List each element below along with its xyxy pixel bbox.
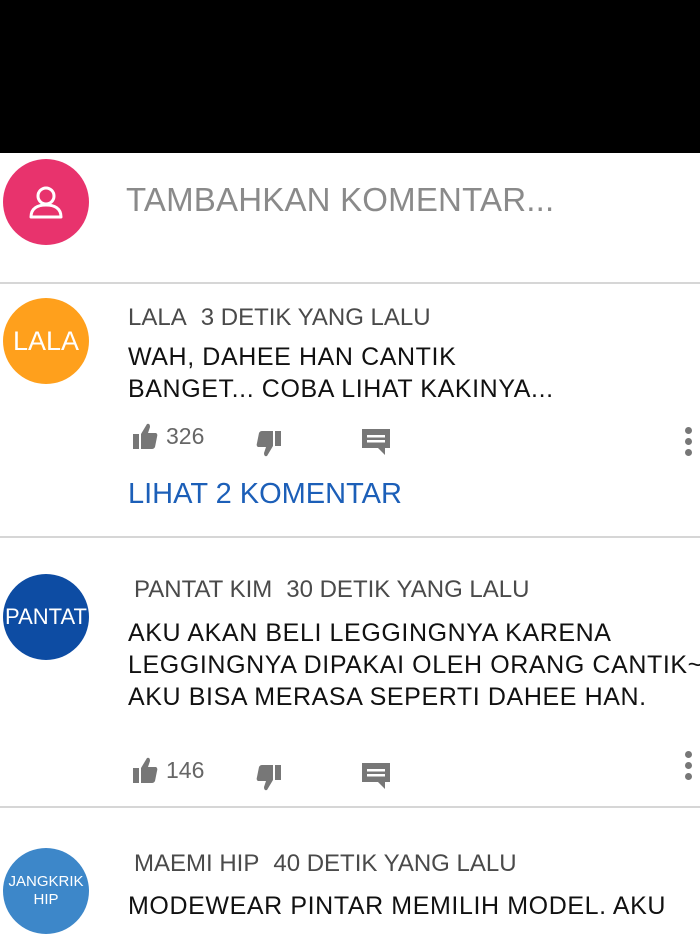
more-options-icon[interactable] xyxy=(685,751,693,784)
avatar-label: PANTAT xyxy=(5,604,87,629)
thumbs-down-icon xyxy=(256,765,281,791)
add-comment-row[interactable]: TAMBAHKAN KOMENTAR... xyxy=(0,153,700,282)
comment-text-line: MODEWEAR PINTAR MEMILIH MODEL. AKU xyxy=(128,892,667,920)
comment-meta: MAEMI HIP 40 DETIK YANG LALU xyxy=(134,850,517,878)
dislike-button[interactable] xyxy=(256,430,282,458)
user-icon xyxy=(29,186,63,219)
comment-author[interactable]: LALA xyxy=(128,304,187,331)
more-options-icon[interactable] xyxy=(685,427,693,460)
comment-meta: PANTAT KIM 30 DETIK YANG LALU xyxy=(134,576,529,604)
thumbs-up-icon xyxy=(133,423,158,449)
comment-text-line: BANGET... COBA LIHAT KAKINYA... xyxy=(128,375,554,403)
comment-author[interactable]: MAEMI HIP xyxy=(134,850,259,877)
avatar-label: JANGKRIK xyxy=(8,873,84,890)
avatar: JANGKRIK HIP xyxy=(3,848,89,934)
dislike-button[interactable] xyxy=(256,764,282,792)
video-player-area[interactable] xyxy=(0,0,700,153)
avatar-label: HIP xyxy=(33,891,59,908)
reply-button[interactable] xyxy=(361,762,391,790)
comment-text: WAH, DAHEE HAN CANTIK BANGET... COBA LIH… xyxy=(128,341,554,405)
reply-button[interactable] xyxy=(361,428,391,456)
avatar: LALA xyxy=(3,298,89,384)
comment-time: 40 DETIK YANG LALU xyxy=(273,850,517,877)
comment-item: JANGKRIK HIP MAEMI HIP 40 DETIK YANG LALU… xyxy=(0,808,700,934)
comment-author[interactable]: PANTAT KIM xyxy=(134,576,272,603)
comment-time: 30 DETIK YANG LALU xyxy=(286,576,530,603)
avatar: PANTAT xyxy=(3,574,89,660)
comment-text-line: AKU AKAN BELI LEGGINGNYA KARENA xyxy=(128,619,612,647)
user-avatar xyxy=(3,159,89,245)
comment-text-line: LEGGINGNYA DIPAKAI OLEH ORANG CANTIK~ xyxy=(128,651,700,679)
thumbs-up-icon xyxy=(133,757,158,783)
view-replies-link[interactable]: LIHAT 2 KOMENTAR xyxy=(128,478,402,511)
comment-item: LALA LALA 3 DETIK YANG LALU WAH, DAHEE HA… xyxy=(0,284,700,536)
like-button[interactable]: 146 xyxy=(132,756,204,784)
comment-text: AKU AKAN BELI LEGGINGNYA KARENA LEGGINGN… xyxy=(128,617,700,713)
comment-item: PANTAT PANTAT KIM 30 DETIK YANG LALU AKU … xyxy=(0,538,700,806)
comment-meta: LALA 3 DETIK YANG LALU xyxy=(128,304,431,332)
comment-text-line: WAH, DAHEE HAN CANTIK xyxy=(128,343,457,371)
comment-time: 3 DETIK YANG LALU xyxy=(200,304,431,331)
comment-icon xyxy=(362,429,390,455)
thumbs-down-icon xyxy=(256,431,281,457)
comment-text-line: AKU BISA MERASA SEPERTI DAHEE HAN. xyxy=(128,683,647,711)
avatar-label: LALA xyxy=(12,325,80,356)
like-count: 146 xyxy=(166,756,205,783)
comment-icon xyxy=(362,763,390,789)
add-comment-input[interactable]: TAMBAHKAN KOMENTAR... xyxy=(126,181,554,219)
like-button[interactable]: 326 xyxy=(132,422,204,450)
comment-text: MODEWEAR PINTAR MEMILIH MODEL. AKU xyxy=(128,890,666,922)
like-count: 326 xyxy=(166,422,205,449)
